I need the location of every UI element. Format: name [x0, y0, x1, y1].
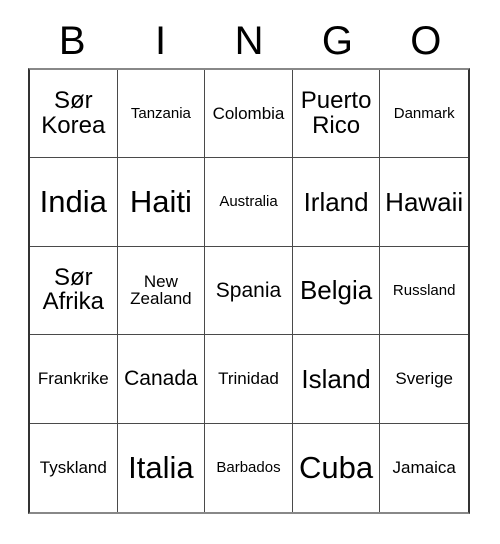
- bingo-header-letter-o: O: [410, 19, 442, 63]
- bingo-cell-label: New Zealand: [130, 271, 192, 309]
- bingo-cell-label: Canada: [124, 367, 198, 391]
- bingo-cell-label: Italia: [128, 449, 194, 485]
- bingo-cell[interactable]: Cuba: [292, 423, 381, 512]
- bingo-cell-label: Island: [301, 363, 371, 394]
- bingo-cell[interactable]: India: [30, 158, 118, 247]
- bingo-cell[interactable]: Italia: [117, 423, 206, 512]
- bingo-cell[interactable]: Irland: [292, 158, 381, 247]
- bingo-cell-label: Jamaica: [392, 458, 456, 478]
- bingo-cell-label: India: [39, 184, 107, 220]
- bingo-cell-label: Australia: [219, 193, 278, 211]
- bingo-cell-label: Barbados: [216, 459, 281, 477]
- bingo-cell[interactable]: Spania: [205, 246, 293, 336]
- bingo-cell[interactable]: Russland: [380, 246, 468, 336]
- bingo-header-letter-n: N: [234, 19, 264, 63]
- bingo-cell[interactable]: Sør Afrika: [30, 246, 118, 336]
- bingo-cell[interactable]: Tanzania: [117, 70, 206, 159]
- bingo-cell[interactable]: Tyskland: [30, 423, 118, 512]
- bingo-cell-label: Cuba: [299, 449, 374, 485]
- bingo-cell[interactable]: Trinidad: [205, 335, 293, 424]
- bingo-header-letter-b: B: [58, 19, 86, 63]
- bingo-cell[interactable]: Haiti: [117, 158, 206, 247]
- bingo-cell-label: Irland: [303, 186, 369, 217]
- bingo-cell[interactable]: Colombia: [205, 70, 293, 159]
- bingo-cell-label: Puerto Rico: [300, 86, 372, 139]
- bingo-card: B I N G O Sør Korea Tanzania Colombia Pu…: [0, 0, 500, 544]
- bingo-cell-label: Spania: [215, 278, 282, 302]
- bingo-cell[interactable]: Island: [292, 335, 381, 424]
- bingo-header-letter-g: G: [321, 19, 353, 63]
- bingo-grid: Sør Korea Tanzania Colombia Puerto Rico …: [28, 68, 470, 514]
- bingo-cell-label: Sør Korea: [41, 86, 106, 139]
- bingo-cell-label: Sør Afrika: [42, 263, 104, 316]
- bingo-cell[interactable]: Frankrike: [30, 335, 118, 424]
- bingo-cell[interactable]: Danmark: [380, 70, 468, 159]
- bingo-cell[interactable]: Hawaii: [380, 158, 468, 247]
- bingo-cell-label: Danmark: [393, 104, 455, 122]
- bingo-cell-label: Colombia: [212, 103, 285, 123]
- bingo-cell[interactable]: Canada: [117, 335, 206, 424]
- bingo-cell-label: Trinidad: [218, 369, 279, 389]
- bingo-cell[interactable]: Sverige: [380, 335, 468, 424]
- bingo-cell[interactable]: Australia: [205, 158, 293, 247]
- bingo-cell-label: Tyskland: [39, 458, 107, 478]
- bingo-cell-label: Frankrike: [37, 369, 109, 389]
- bingo-cell[interactable]: Belgia: [292, 246, 381, 336]
- bingo-cell[interactable]: Jamaica: [380, 423, 468, 512]
- bingo-cell-label: Belgia: [299, 275, 373, 306]
- bingo-cell[interactable]: New Zealand: [117, 246, 206, 336]
- bingo-cell[interactable]: Puerto Rico: [292, 70, 381, 159]
- bingo-cell[interactable]: Sør Korea: [30, 70, 118, 159]
- bingo-cell[interactable]: Barbados: [205, 423, 293, 512]
- bingo-header: B I N G O: [28, 14, 470, 68]
- bingo-cell-label: Russland: [392, 281, 456, 299]
- bingo-cell-label: Sverige: [395, 369, 453, 389]
- bingo-cell-label: Haiti: [129, 184, 192, 220]
- bingo-cell-label: Tanzania: [130, 104, 191, 122]
- bingo-cell-label: Hawaii: [385, 186, 464, 217]
- bingo-header-letter-i: I: [155, 19, 167, 63]
